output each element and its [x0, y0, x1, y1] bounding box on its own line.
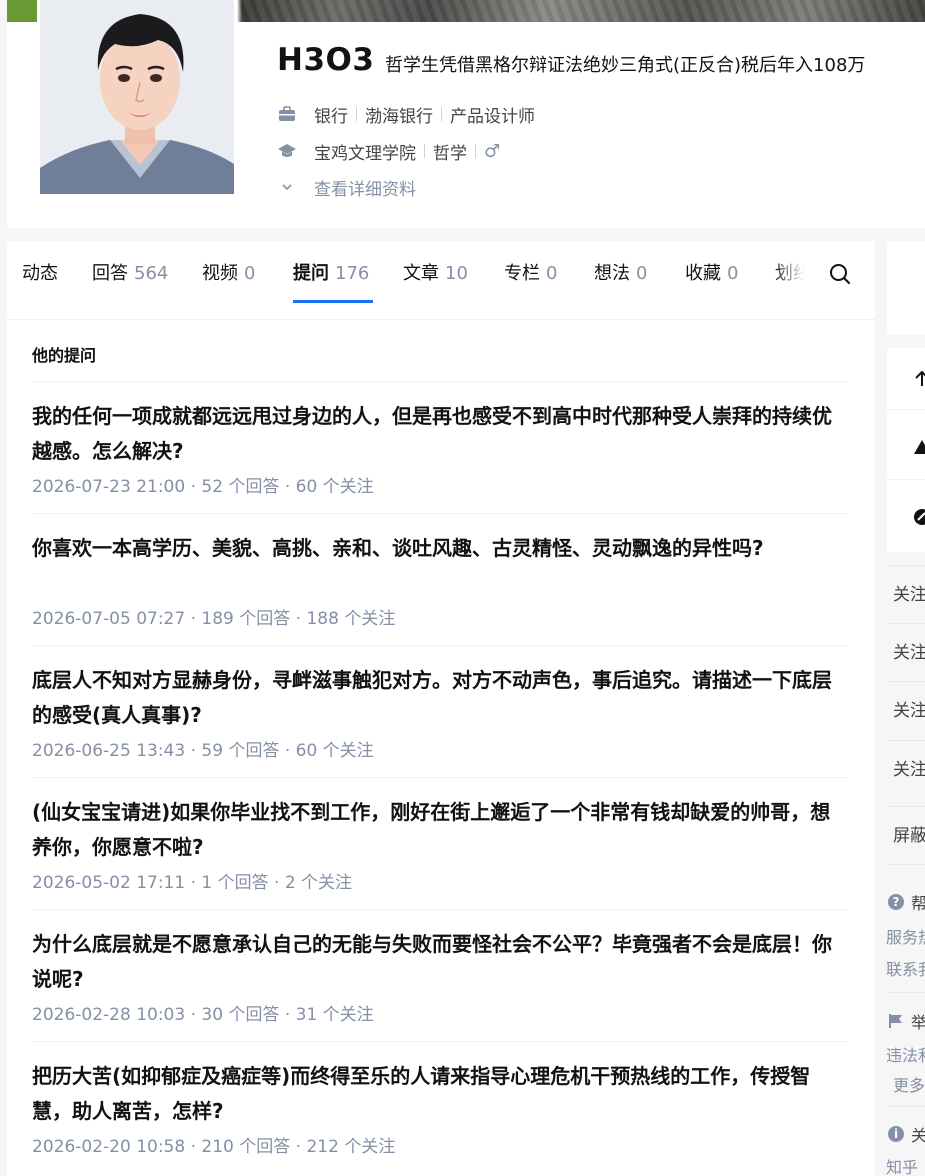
tab-answers[interactable]: 回答 564: [92, 261, 168, 301]
education-major: 哲学: [433, 143, 467, 164]
sidebar-follow-1[interactable]: 关注: [887, 565, 925, 623]
sidebar-report-line-1[interactable]: 违法和: [886, 1042, 925, 1066]
sidebar-help-line-2[interactable]: 联系我: [886, 956, 925, 980]
tab-thoughts[interactable]: 想法 0: [594, 261, 647, 301]
info-icon: i: [888, 1126, 904, 1142]
list-item: (仙女宝宝请进)如果你毕业找不到工作，刚好在街上邂逅了一个非常有钱却缺爱的帅哥，…: [32, 777, 848, 909]
sidebar-block[interactable]: 屏蔽: [887, 806, 925, 864]
question-title[interactable]: 把历大苦(如抑郁症及癌症等)而终得至乐的人请来指导心理危机干预热线的工作，传授智…: [32, 1059, 848, 1129]
education-info: 宝鸡文理学院 哲学 ♂: [277, 139, 501, 164]
chevron-down-icon: [277, 177, 297, 197]
sidebar-report-head: 举: [888, 1009, 925, 1033]
sidebar-about-line-1[interactable]: 知乎: [886, 1154, 918, 1176]
sidebar-follow-3[interactable]: 关注: [887, 681, 925, 739]
education-school[interactable]: 宝鸡文理学院: [314, 139, 416, 164]
tab-questions[interactable]: 提问 176: [293, 261, 369, 301]
sidebar-help-line-1[interactable]: 服务热: [886, 924, 925, 948]
sidebar-report-line-2[interactable]: 更多: [893, 1072, 925, 1096]
male-icon: ♂: [484, 140, 501, 162]
question-meta: 2026-02-28 10:03 · 30 个回答 · 31 个关注: [32, 1005, 374, 1025]
profile-content: 动态 回答564 视频0 提问176 文章10 专栏0 想法0 收藏0 划线 他…: [7, 241, 875, 1176]
section-title: 他的提问: [32, 346, 97, 365]
thumb-icon: [912, 436, 925, 456]
active-tab-indicator: [293, 300, 373, 303]
tab-columns[interactable]: 专栏 0: [504, 261, 557, 301]
profile-headline: 哲学生凭借黑格尔辩证法绝妙三角式(正反合)税后年入108万: [385, 55, 866, 76]
list-item: 底层人不知对方显赫身份，寻衅滋事触犯对方。对方不动声色，事后追究。请描述一下底层…: [32, 645, 848, 777]
question-meta: 2026-05-02 17:11 · 1 个回答 · 2 个关注: [32, 873, 353, 893]
briefcase-icon: [277, 104, 297, 124]
list-item: 为什么底层就是不愿意承认自己的无能与失败而要怪社会不公平？毕竟强者不会是底层！你…: [32, 909, 848, 1041]
help-icon: ?: [888, 894, 904, 910]
tab-collections[interactable]: 收藏 0: [685, 261, 738, 301]
work-position: 产品设计师: [450, 106, 535, 127]
list-item: 我的任何一项成就都远远甩过身边的人，但是再也感受不到高中时代那种受人崇拜的持续优…: [32, 381, 848, 513]
view-more-label: 查看详细资料: [314, 179, 416, 200]
sidebar-follow-2[interactable]: 关注: [887, 623, 925, 681]
question-meta: 2026-07-05 07:27 · 189 个回答 · 188 个关注: [32, 609, 396, 629]
list-item: 你喜欢一本高学历、美貌、高挑、亲和、谈吐风趣、古灵精怪、灵动飘逸的异性吗? 20…: [32, 513, 848, 645]
avatar[interactable]: [37, 0, 237, 197]
search-icon[interactable]: [825, 259, 855, 289]
tab-activity[interactable]: 动态: [22, 261, 58, 301]
question-title[interactable]: 为什么底层就是不愿意承认自己的无能与失败而要怪社会不公平？毕竟强者不会是底层！你…: [32, 927, 848, 997]
question-title[interactable]: 你喜欢一本高学历、美貌、高挑、亲和、谈吐风趣、古灵精怪、灵动飘逸的异性吗?: [32, 531, 848, 566]
work-industry[interactable]: 银行: [314, 102, 348, 127]
sidebar-follow-4[interactable]: 关注: [887, 740, 925, 798]
view-more-link[interactable]: 查看详细资料: [277, 175, 416, 200]
arrow-up-icon: [912, 368, 925, 388]
profile-tabs: 动态 回答564 视频0 提问176 文章10 专栏0 想法0 收藏0 划线: [7, 241, 875, 320]
tab-videos[interactable]: 视频 0: [202, 261, 255, 301]
question-title[interactable]: 我的任何一项成就都远远甩过身边的人，但是再也感受不到高中时代那种受人崇拜的持续优…: [32, 399, 848, 469]
work-company[interactable]: 渤海银行: [365, 102, 433, 127]
work-info: 银行 渤海银行 产品设计师: [277, 102, 535, 127]
sidebar-card: [887, 241, 925, 335]
question-list: 我的任何一项成就都远远甩过身边的人，但是再也感受不到高中时代那种受人崇拜的持续优…: [32, 381, 848, 1173]
question-meta: 2026-07-23 21:00 · 52 个回答 · 60 个关注: [32, 477, 374, 497]
profile-header: H3O3 哲学生凭借黑格尔辩证法绝妙三角式(正反合)税后年入108万 银行 渤海…: [7, 0, 925, 228]
question-title[interactable]: 底层人不知对方显赫身份，寻衅滋事触犯对方。对方不动声色，事后追究。请描述一下底层…: [32, 663, 848, 733]
sidebar-about-head: i关: [888, 1122, 925, 1146]
link-icon: [912, 507, 925, 527]
tab-articles[interactable]: 文章 10: [403, 261, 468, 301]
flag-icon: [888, 1013, 904, 1029]
list-item: 把历大苦(如抑郁症及癌症等)而终得至乐的人请来指导心理危机干预热线的工作，传授智…: [32, 1041, 848, 1173]
question-meta: 2026-02-20 10:58 · 210 个回答 · 212 个关注: [32, 1137, 396, 1157]
profile-name: H3O3: [277, 42, 375, 78]
question-meta: 2026-06-25 13:43 · 59 个回答 · 60 个关注: [32, 741, 374, 761]
sidebar-help-head: ? 帮: [888, 890, 925, 914]
graduation-cap-icon: [277, 141, 297, 161]
question-title[interactable]: (仙女宝宝请进)如果你毕业找不到工作，刚好在街上邂逅了一个非常有钱却缺爱的帅哥，…: [32, 795, 848, 865]
